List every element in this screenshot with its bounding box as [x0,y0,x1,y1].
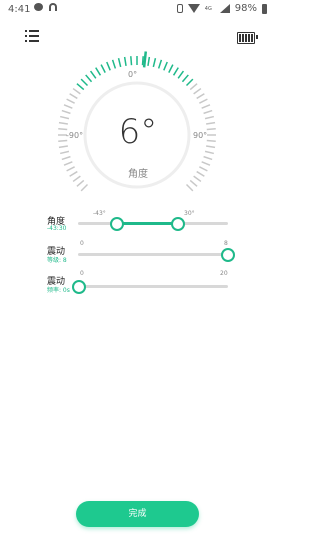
status-time: 4:41 [8,4,31,15]
dial-tick-active [152,58,157,68]
dial-tick [66,166,75,172]
dial-tick [201,104,211,109]
dial-tick-active [89,70,97,79]
dial-caption: 角度 [128,169,148,180]
dial-tick [196,170,205,177]
dial-tick [69,93,78,100]
dial-label-max: 90° [193,131,208,140]
dial-tick [206,128,216,131]
angle-high-handle[interactable] [171,217,185,231]
dial-tick [185,183,194,192]
dial-tick-active [111,59,117,69]
interval-track[interactable] [78,285,228,288]
interval-max-label: 20 [220,270,228,277]
dial-tick-active [168,64,174,73]
wifi-icon [187,4,200,13]
dial-tick-active [141,56,144,66]
dial-tick [206,121,216,125]
dial-tick-active [147,56,151,66]
dial-tick [204,115,214,120]
angle-subtitle: -43:30 [47,225,67,232]
dial-tick [58,128,68,131]
dial-tick [69,170,78,177]
dial-tick [199,166,208,172]
dial-tick-active [85,74,93,83]
vibration-handle[interactable] [221,248,235,262]
interval-subtitle: 频率: 0s [47,287,70,294]
dial-tick [206,145,216,149]
vibration-subtitle: 等级: 8 [47,257,67,264]
dial-tick-active [76,83,85,91]
dial-tick-active [172,67,179,76]
dial-tick [203,155,213,161]
vibration-track[interactable] [78,253,228,256]
dial-tick [60,115,70,120]
dial-tick [63,104,73,109]
notification-icons [34,3,57,11]
dial-tick-active [185,78,194,87]
dial-tick-active [123,56,127,66]
dial-tick [60,150,70,155]
angle-low-label: -43° [93,210,106,217]
dial-tick [58,121,68,125]
dial-tick [206,139,216,142]
network-type: 4G [204,5,212,12]
dial-tick-active [177,70,185,79]
dial-tick-active [157,59,163,69]
dial-tick [196,93,205,100]
dial-tick [189,179,198,187]
dial-tick-active [95,67,102,76]
dial-value: 6° [118,112,158,152]
dial-tick [201,161,211,166]
done-button[interactable]: 完成 [76,501,199,527]
dial-tick-active [106,61,111,71]
dial-tick-active [181,74,189,83]
dial-tick [58,139,68,142]
dial-tick [203,109,213,115]
dial-tick [76,179,85,187]
dial-tick [204,150,214,155]
dial-tick-active [117,58,122,68]
battery-icon [262,3,267,14]
chat-icon [34,3,43,11]
dial-tick-active [130,56,133,66]
dial-tick [61,109,71,115]
dial-tick [58,145,68,149]
dial-tick [61,155,71,161]
signal-icon [219,4,230,13]
dial-tick [193,87,202,95]
interval-min-label: 0 [80,270,84,277]
system-icons: 4G 98% [176,3,267,14]
battery-percent: 98% [234,3,257,14]
angle-range-fill [117,222,178,225]
dial-tick [80,183,89,192]
dial-tick-active [100,64,106,73]
angle-high-label: 30° [184,210,195,217]
menu-line [29,35,39,37]
dial-tick [72,175,81,183]
menu-dot [25,35,27,37]
dial-tick-active [80,78,89,87]
vibration-min-label: 0 [80,240,84,247]
vibrate-icon [176,4,183,13]
dial-pointer [142,51,148,68]
dial-tick-active [163,61,168,71]
dial-label-zero: 0° [128,70,138,79]
dial-tick [66,98,75,104]
menu-line [29,30,39,32]
interval-handle[interactable] [72,280,86,294]
headphones-icon [49,3,57,11]
status-bar: 4:41 4G 98% [0,0,275,20]
dial-tick [193,175,202,183]
dial-tick [199,98,208,104]
dial-tick [63,161,73,166]
dial-tick [72,87,81,95]
menu-dot [25,30,27,32]
dial-tick [189,83,198,91]
vibration-max-label: 8 [224,240,228,247]
dial-label-min: -90° [66,131,84,140]
